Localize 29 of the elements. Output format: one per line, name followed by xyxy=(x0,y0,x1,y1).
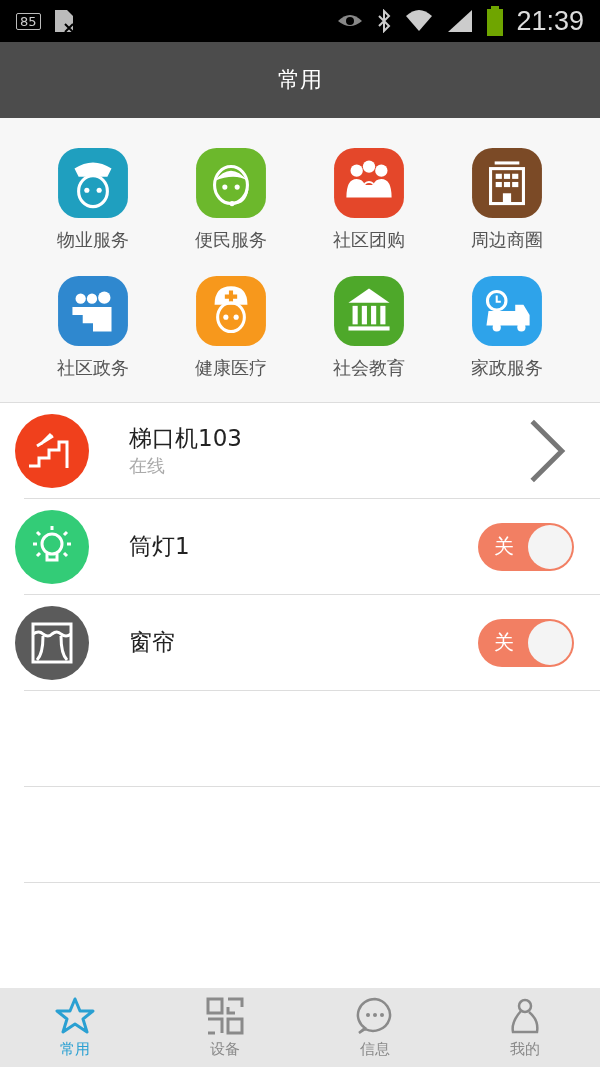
people-icon[interactable] xyxy=(56,274,130,348)
service-label[interactable]: 周边商圈 xyxy=(471,228,543,252)
page-title: 常用 xyxy=(278,66,322,94)
service-label[interactable]: 社区政务 xyxy=(57,356,129,380)
guard-face-icon[interactable] xyxy=(56,146,130,220)
device-name: 窗帘 xyxy=(129,628,176,657)
clock-time: 21:39 xyxy=(516,5,584,37)
building-icon[interactable] xyxy=(470,146,544,220)
grid-icon xyxy=(205,996,245,1036)
device-name: 梯口机103 xyxy=(129,424,243,453)
battery-icon xyxy=(486,6,505,36)
people-group-icon[interactable] xyxy=(332,146,406,220)
nurse-face-icon[interactable] xyxy=(194,274,268,348)
device-name: 筒灯1 xyxy=(129,532,191,561)
signal-icon xyxy=(446,8,475,34)
service-label[interactable]: 社区团购 xyxy=(333,228,405,252)
headset-face-icon[interactable] xyxy=(194,146,268,220)
delivery-truck-icon[interactable] xyxy=(470,274,544,348)
service-label[interactable]: 家政服务 xyxy=(471,356,543,380)
service-label[interactable]: 健康医疗 xyxy=(195,356,267,380)
service-label[interactable]: 社会教育 xyxy=(333,356,405,380)
sim-card-icon xyxy=(52,8,75,34)
battery-level-icon: 85 xyxy=(16,12,41,30)
device-status: 在线 xyxy=(129,454,166,478)
bank-building-icon[interactable] xyxy=(332,274,406,348)
bluetooth-icon xyxy=(376,9,393,33)
service-label[interactable]: 物业服务 xyxy=(57,228,129,252)
service-label[interactable]: 便民服务 xyxy=(195,228,267,252)
star-icon xyxy=(55,996,95,1036)
